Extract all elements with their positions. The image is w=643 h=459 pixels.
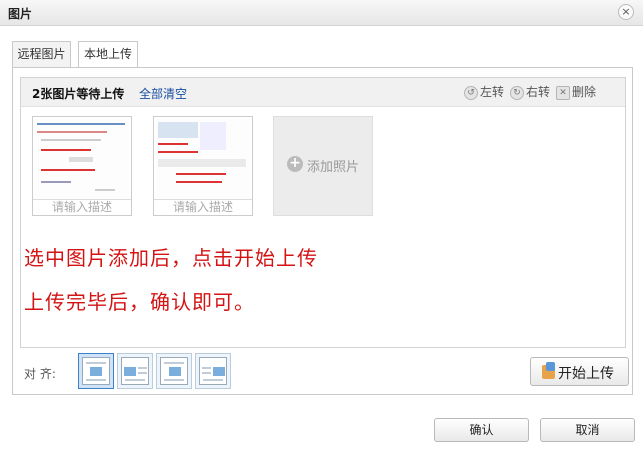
start-upload-button[interactable]: 开始上传 <box>530 357 629 386</box>
align-center-icon <box>160 357 188 385</box>
dialog-titlebar: 图片 × <box>0 0 643 26</box>
start-upload-label: 开始上传 <box>558 366 614 382</box>
instruction-line-2: 上传完毕后，确认即可。 <box>24 290 255 314</box>
rotate-right-icon: ↻ <box>510 85 524 100</box>
thumbnail-image <box>35 119 129 199</box>
upload-icon-overlay <box>546 362 555 371</box>
cancel-button[interactable]: 取消 <box>540 418 635 442</box>
align-right-icon <box>199 357 227 385</box>
upload-header: 2张图片等待上传 全部清空 ↺ 左转 ↻ 右转 ✕ 删除 <box>21 78 625 107</box>
dialog-title: 图片 <box>8 7 33 21</box>
description-input[interactable]: 请输入描述 <box>33 199 131 215</box>
delete-button[interactable]: ✕ 删除 <box>556 84 596 102</box>
image-thumbnail[interactable]: 请输入描述 <box>153 116 253 216</box>
thumbnail-image <box>156 119 250 199</box>
add-photo-button[interactable]: + 添加照片 <box>273 116 373 216</box>
align-center-button[interactable] <box>156 353 192 389</box>
plus-icon: + <box>287 156 303 172</box>
tab-local-upload[interactable]: 本地上传 <box>78 41 138 68</box>
close-icon[interactable]: × <box>618 4 634 20</box>
align-label: 对 齐: <box>24 367 56 381</box>
clear-all-link[interactable]: 全部清空 <box>139 85 187 102</box>
rotate-left-icon: ↺ <box>464 85 478 100</box>
align-none-icon <box>82 357 110 385</box>
rotate-right-label: 右转 <box>526 85 551 99</box>
delete-label: 删除 <box>572 85 597 99</box>
rotate-right-button[interactable]: ↻ 右转 <box>510 84 550 102</box>
confirm-button[interactable]: 确认 <box>434 418 529 442</box>
align-left-icon <box>121 357 149 385</box>
delete-icon: ✕ <box>556 85 570 100</box>
pending-count: 2张图片等待上传 <box>32 87 125 101</box>
description-input[interactable]: 请输入描述 <box>154 199 252 215</box>
instruction-line-1: 选中图片添加后，点击开始上传 <box>24 246 318 270</box>
rotate-left-label: 左转 <box>480 85 505 99</box>
tab-panel: 2张图片等待上传 全部清空 ↺ 左转 ↻ 右转 ✕ 删除 请输入描述 请输入描述… <box>12 67 633 395</box>
rotate-left-button[interactable]: ↺ 左转 <box>464 84 504 102</box>
align-left-button[interactable] <box>117 353 153 389</box>
tab-remote-image[interactable]: 远程图片 <box>12 41 71 67</box>
align-none-button[interactable] <box>78 353 114 389</box>
image-thumbnail[interactable]: 请输入描述 <box>32 116 132 216</box>
align-right-button[interactable] <box>195 353 231 389</box>
upload-area: 2张图片等待上传 全部清空 ↺ 左转 ↻ 右转 ✕ 删除 请输入描述 请输入描述… <box>20 77 626 348</box>
add-photo-label: 添加照片 <box>307 160 360 175</box>
